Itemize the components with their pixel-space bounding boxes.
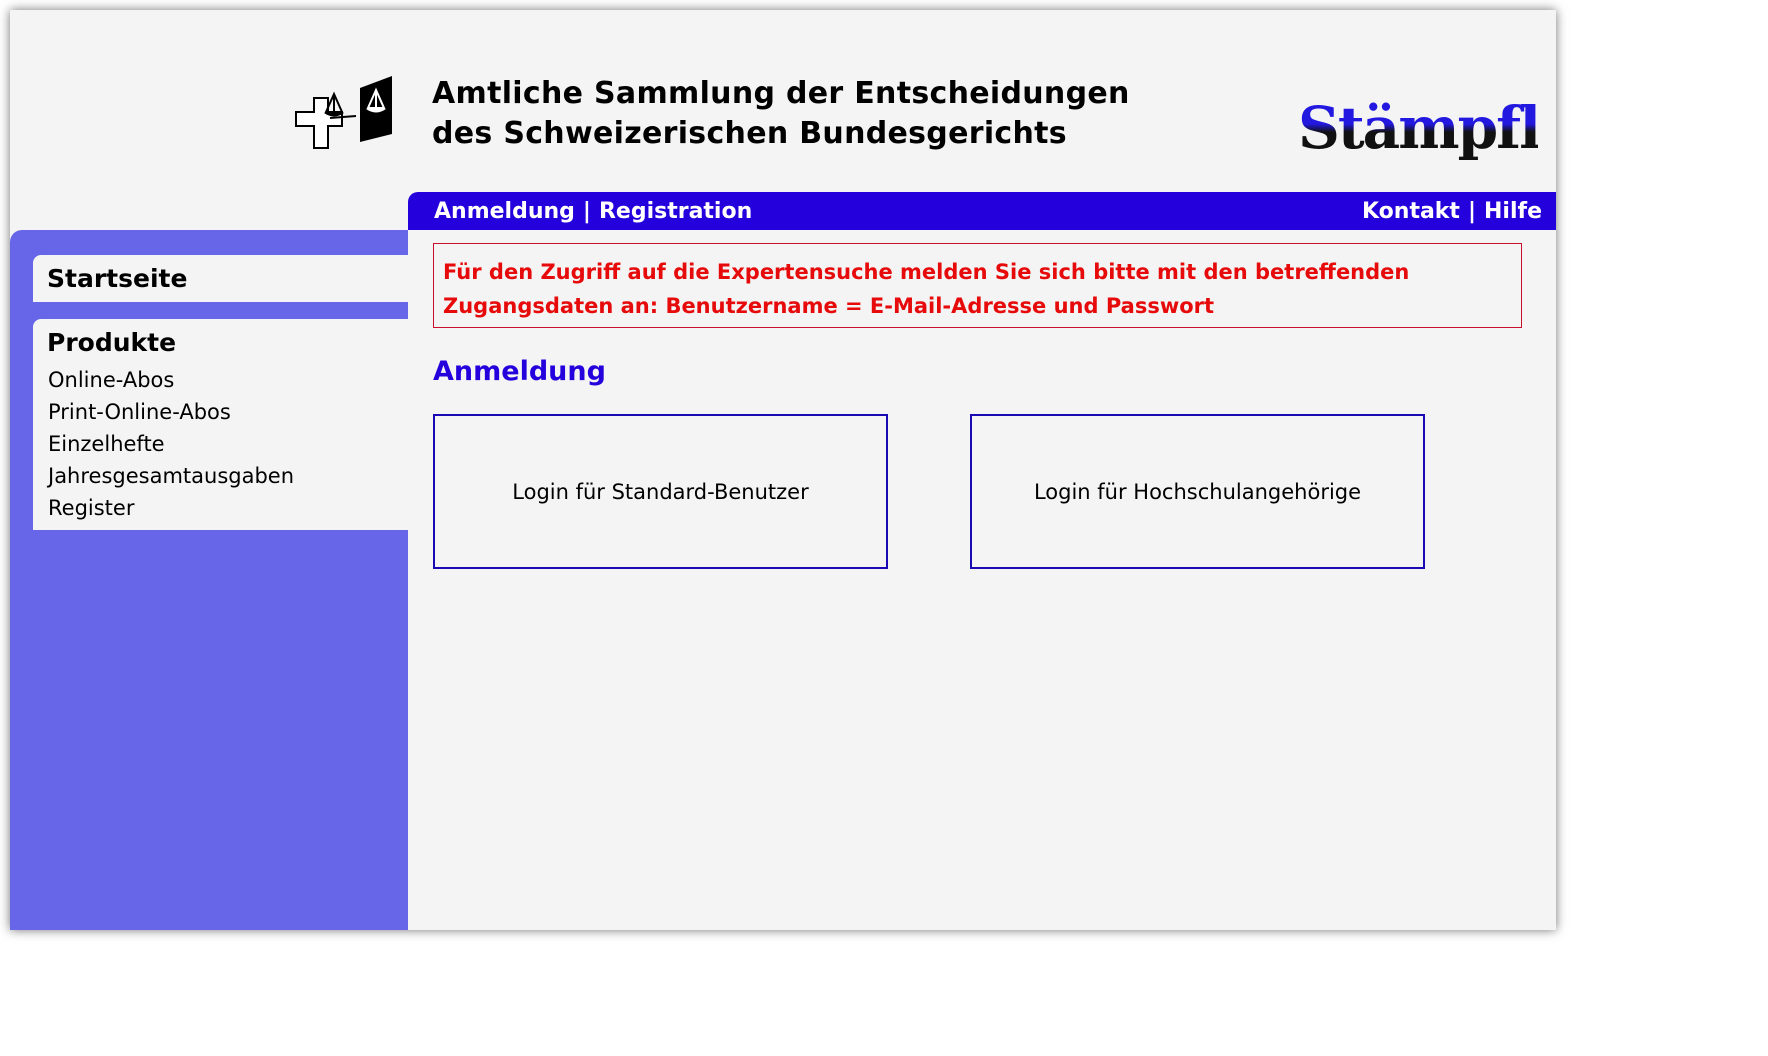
help-link[interactable]: Hilfe: [1484, 199, 1542, 224]
nav-separator: |: [1467, 199, 1476, 224]
sidebar: Startseite Produkte Online-Abos Print-On…: [10, 230, 408, 930]
registration-link[interactable]: Registration: [599, 199, 752, 224]
nav-separator: |: [582, 199, 591, 224]
sidebar-item-online-abos[interactable]: Online-Abos: [48, 364, 294, 396]
login-link[interactable]: Anmeldung: [434, 199, 575, 224]
sidebar-item-register[interactable]: Register: [48, 492, 294, 524]
sidebar-products-box: Produkte Online-Abos Print-Online-Abos E…: [33, 319, 408, 530]
login-notice: Für den Zugriff auf die Expertensuche me…: [433, 243, 1522, 328]
sidebar-item-home[interactable]: Startseite: [47, 264, 187, 293]
publisher-logo-text: Stämpfli: [1298, 94, 1538, 162]
sidebar-item-jahresgesamtausgaben[interactable]: Jahresgesamtausgaben: [48, 460, 294, 492]
site-title-line2: des Schweizerischen Bundesgerichts: [432, 116, 1067, 151]
swiss-cross-scales-icon: [294, 74, 398, 152]
site-title-line1: Amtliche Sammlung der Entscheidungen: [432, 76, 1130, 111]
section-heading: Anmeldung: [433, 356, 606, 387]
login-standard-user-button[interactable]: Login für Standard-Benutzer: [433, 414, 888, 569]
top-nav-right: Kontakt | Hilfe: [1362, 192, 1542, 232]
contact-link[interactable]: Kontakt: [1362, 199, 1460, 224]
top-nav-bar: Anmeldung | Registration Kontakt | Hilfe: [408, 192, 1556, 230]
publisher-logo: Stämpfli: [1298, 88, 1538, 168]
page-frame: Amtliche Sammlung der Entscheidungen des…: [10, 10, 1556, 930]
site-title: Amtliche Sammlung der Entscheidungen des…: [432, 74, 1130, 154]
sidebar-item-print-online-abos[interactable]: Print-Online-Abos: [48, 396, 294, 428]
login-university-button[interactable]: Login für Hochschulangehörige: [970, 414, 1425, 569]
sidebar-products-list: Online-Abos Print-Online-Abos Einzelheft…: [48, 364, 294, 524]
sidebar-home-box: Startseite: [33, 255, 408, 302]
sidebar-products-heading: Produkte: [47, 328, 177, 357]
sidebar-item-einzelhefte[interactable]: Einzelhefte: [48, 428, 294, 460]
top-nav-left: Anmeldung | Registration: [434, 192, 752, 232]
